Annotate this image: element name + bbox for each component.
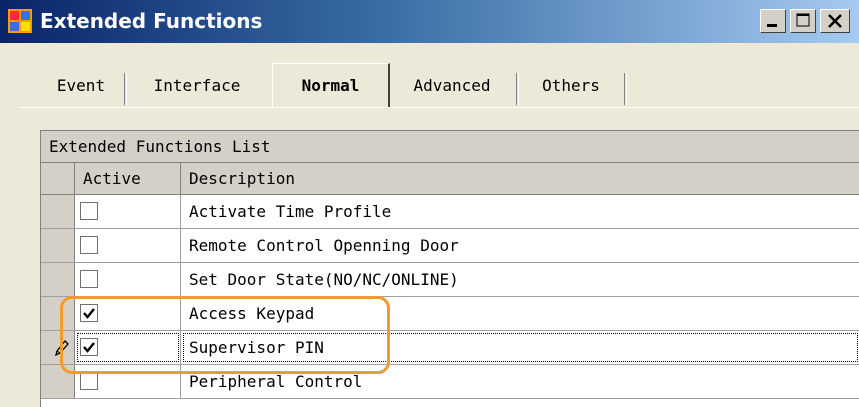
row-selector[interactable]	[41, 229, 75, 262]
row-selector[interactable]	[41, 195, 75, 228]
tab-advanced[interactable]: Advanced	[392, 67, 512, 105]
maximize-icon	[796, 13, 810, 27]
minimize-icon	[767, 24, 777, 27]
table-row[interactable]: Remote Control Openning Door	[41, 229, 859, 263]
active-cell	[75, 195, 181, 228]
tab-others[interactable]: Others	[522, 67, 620, 105]
tab-separator	[124, 73, 127, 105]
description-cell: Access Keypad	[189, 304, 315, 323]
tab-event[interactable]: Event	[40, 67, 122, 105]
checkmark-icon	[83, 308, 95, 319]
active-cell	[75, 297, 181, 330]
title-bar[interactable]: Extended Functions	[0, 0, 859, 43]
description-cell: Peripheral Control	[189, 372, 363, 391]
row-selector[interactable]	[41, 331, 75, 364]
close-icon	[828, 14, 842, 28]
row-selector[interactable]	[41, 263, 75, 296]
minimize-button[interactable]	[760, 9, 786, 33]
pencil-icon	[55, 340, 69, 356]
active-checkbox[interactable]	[80, 236, 98, 254]
active-cell	[75, 263, 181, 296]
tab-separator	[624, 73, 627, 105]
column-header-active[interactable]: Active	[75, 163, 181, 194]
tab-baseline	[20, 107, 859, 108]
description-cell: Activate Time Profile	[189, 202, 392, 221]
column-header-description[interactable]: Description	[181, 163, 859, 194]
active-checkbox[interactable]	[80, 372, 98, 390]
tab-separator	[516, 73, 519, 105]
table-row[interactable]: Set Door State(NO/NC/ONLINE)	[41, 263, 859, 297]
description-cell: Remote Control Openning Door	[189, 236, 459, 255]
extended-functions-grid: Extended Functions List Active Descripti…	[40, 130, 859, 407]
description-cell: Supervisor PIN	[181, 331, 859, 364]
row-selector[interactable]	[41, 365, 75, 398]
extended-functions-window: Extended Functions Event Interface Norma…	[0, 0, 859, 407]
active-cell	[75, 365, 181, 398]
grid-caption: Extended Functions List	[41, 131, 859, 163]
table-row[interactable]: Activate Time Profile	[41, 195, 859, 229]
description-cell: Set Door State(NO/NC/ONLINE)	[189, 270, 459, 289]
row-selector[interactable]	[41, 297, 75, 330]
active-checkbox[interactable]	[80, 338, 98, 356]
active-checkbox[interactable]	[80, 270, 98, 288]
table-row[interactable]: Supervisor PIN	[41, 331, 859, 365]
grid-header: Active Description	[41, 163, 859, 195]
close-button[interactable]	[820, 9, 850, 33]
tab-strip: Event Interface Normal Advanced Others	[40, 63, 640, 107]
window-title: Extended Functions	[40, 9, 263, 33]
tab-normal[interactable]: Normal	[272, 63, 390, 107]
table-row[interactable]: Peripheral Control	[41, 365, 859, 399]
active-cell	[75, 229, 181, 262]
app-icon	[8, 9, 32, 33]
active-checkbox[interactable]	[80, 202, 98, 220]
maximize-button[interactable]	[790, 9, 816, 33]
checkmark-icon	[83, 342, 95, 353]
active-checkbox[interactable]	[80, 304, 98, 322]
tab-interface[interactable]: Interface	[130, 67, 264, 105]
row-selector-header	[41, 163, 75, 194]
table-row[interactable]: Access Keypad	[41, 297, 859, 331]
active-cell	[75, 331, 181, 364]
